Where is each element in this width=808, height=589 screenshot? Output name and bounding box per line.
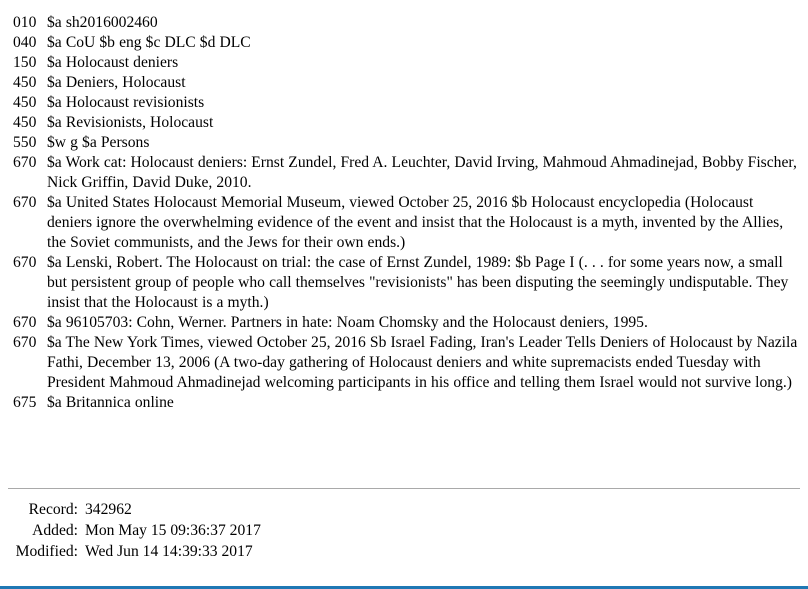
marc-row: 450 $a Deniers, Holocaust (0, 73, 808, 93)
metadata-label: Modified: (15, 543, 78, 560)
metadata-row-record: Record: 342962 (0, 499, 420, 520)
marc-row: 150 $a Holocaust deniers (0, 53, 808, 73)
record-metadata: Record: 342962 Added: Mon May 15 09:36:3… (0, 499, 420, 562)
marc-row: 450 $a Holocaust revisionists (0, 93, 808, 113)
marc-tag: 670 (13, 254, 37, 271)
marc-row: 450 $a Revisionists, Holocaust (0, 113, 808, 133)
marc-tag: 670 (13, 194, 37, 211)
marc-value: $a sh2016002460 (47, 14, 158, 31)
marc-value: $a United States Holocaust Memorial Muse… (47, 194, 784, 251)
marc-field-list: 010 $a sh2016002460 040 $a CoU $b eng $c… (0, 0, 808, 413)
metadata-row-modified: Modified: Wed Jun 14 14:39:33 2017 (0, 541, 420, 562)
marc-value: $a 96105703: Cohn, Werner. Partners in h… (47, 314, 648, 331)
marc-value: $a Holocaust revisionists (47, 94, 205, 111)
marc-row: 670 $a United States Holocaust Memorial … (0, 193, 808, 253)
marc-row: 670 $a The New York Times, viewed Octobe… (0, 333, 808, 393)
marc-value: $a Britannica online (47, 394, 174, 411)
marc-row: 675 $a Britannica online (0, 393, 808, 413)
marc-row: 010 $a sh2016002460 (0, 13, 808, 33)
marc-tag: 040 (13, 34, 37, 51)
marc-tag: 010 (13, 14, 37, 31)
metadata-label: Added: (32, 522, 78, 539)
marc-row: 550 $w g $a Persons (0, 133, 808, 153)
marc-tag: 450 (13, 94, 37, 111)
marc-value: $w g $a Persons (47, 134, 150, 151)
metadata-value: Mon May 15 09:36:37 2017 (85, 522, 261, 539)
marc-value: $a CoU $b eng $c DLC $d DLC (47, 34, 251, 51)
marc-value: $a Revisionists, Holocaust (47, 114, 214, 131)
marc-value: $a Holocaust deniers (47, 54, 179, 71)
marc-row: 040 $a CoU $b eng $c DLC $d DLC (0, 33, 808, 53)
marc-row: 670 $a 96105703: Cohn, Werner. Partners … (0, 313, 808, 333)
marc-row: 670 $a Lenski, Robert. The Holocaust on … (0, 253, 808, 313)
metadata-value: Wed Jun 14 14:39:33 2017 (85, 543, 253, 560)
marc-tag: 550 (13, 134, 37, 151)
metadata-label: Record: (28, 501, 78, 518)
marc-tag: 450 (13, 114, 37, 131)
marc-value: $a Lenski, Robert. The Holocaust on tria… (47, 254, 789, 311)
marc-value: $a Work cat: Holocaust deniers: Ernst Zu… (47, 154, 797, 191)
marc-tag: 670 (13, 154, 37, 171)
metadata-row-added: Added: Mon May 15 09:36:37 2017 (0, 520, 420, 541)
marc-row: 670 $a Work cat: Holocaust deniers: Erns… (0, 153, 808, 193)
marc-authority-record: 010 $a sh2016002460 040 $a CoU $b eng $c… (0, 0, 808, 589)
metadata-value: 342962 (85, 501, 132, 518)
marc-tag: 675 (13, 394, 37, 411)
marc-tag: 670 (13, 314, 37, 331)
record-divider (8, 488, 800, 489)
marc-tag: 150 (13, 54, 37, 71)
marc-tag: 450 (13, 74, 37, 91)
marc-value: $a Deniers, Holocaust (47, 74, 186, 91)
marc-value: $a The New York Times, viewed October 25… (47, 334, 798, 391)
marc-tag: 670 (13, 334, 37, 351)
